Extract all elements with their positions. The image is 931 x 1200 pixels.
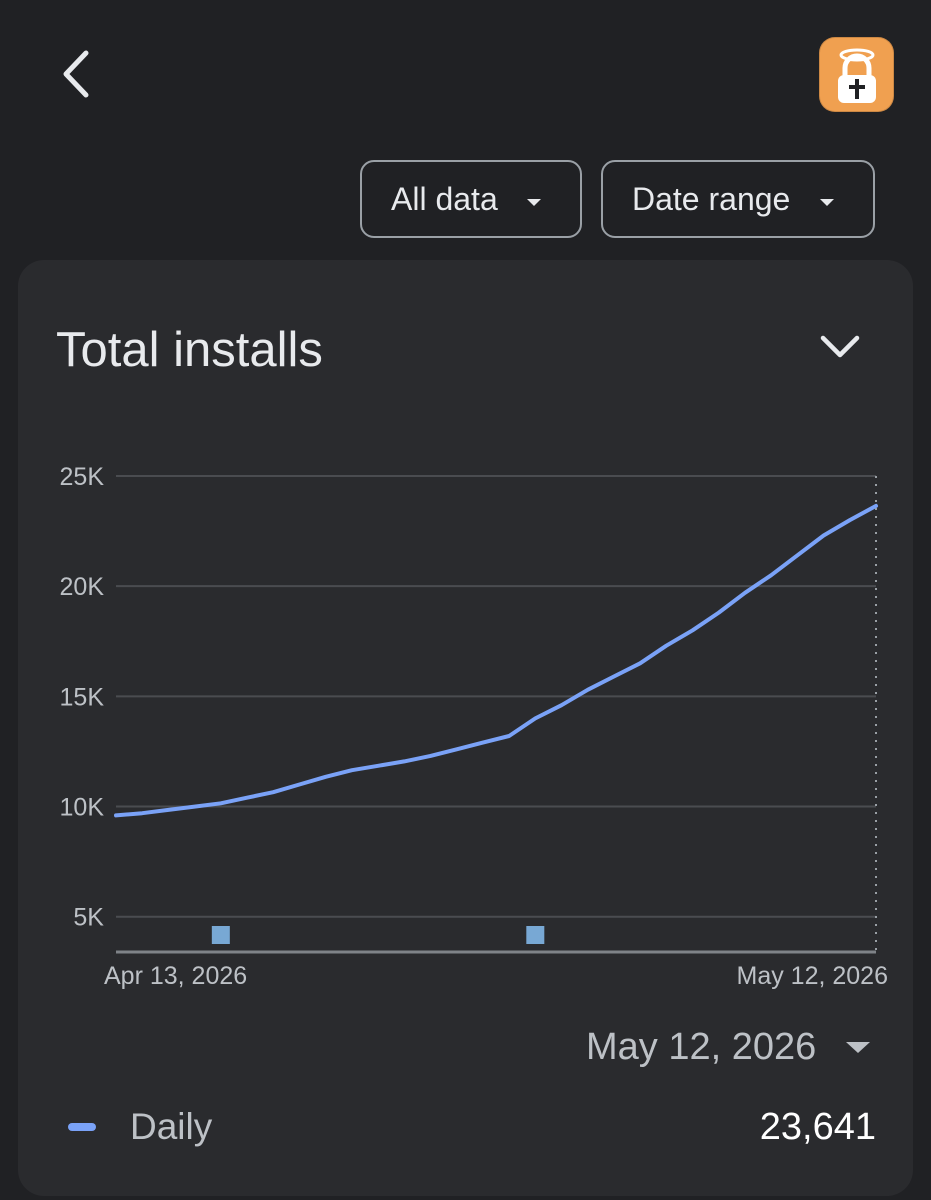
- date-range-filter[interactable]: Date range: [601, 160, 875, 238]
- back-button[interactable]: [44, 36, 108, 112]
- date-range-label: Date range: [632, 180, 791, 217]
- y-tick-label: 15K: [60, 683, 105, 711]
- y-tick-label: 5K: [73, 904, 104, 932]
- caret-down-icon: [820, 199, 834, 206]
- legend-swatch: [68, 1123, 96, 1131]
- selected-date-dropdown[interactable]: May 12, 2026: [586, 1022, 871, 1072]
- caret-down-icon: [846, 1041, 871, 1053]
- total-installs-card: Total installs 25K 20K 15K 10K 5K Apr 13, 20…: [18, 260, 913, 1196]
- x-tick-label-end: May 12, 2026: [737, 962, 889, 990]
- caret-down-icon: [527, 199, 541, 206]
- top-bar: [0, 0, 931, 150]
- y-tick-label: 10K: [60, 794, 105, 822]
- legend-label: Daily: [130, 1106, 213, 1147]
- all-data-filter[interactable]: All data: [360, 160, 582, 238]
- annotation-marker: [211, 926, 230, 944]
- y-tick-label: 25K: [60, 463, 105, 491]
- x-tick-label-start: Apr 13, 2026: [104, 962, 247, 990]
- lock-with-halo-and-cross-icon: [837, 48, 876, 103]
- legend-value: 23,641: [759, 1105, 876, 1148]
- installs-line-chart[interactable]: 25K 20K 15K 10K 5K Apr 13, 2026 May 12, 2026: [18, 260, 913, 1020]
- selected-date: May 12, 2026: [586, 1025, 817, 1068]
- app-icon[interactable]: [819, 37, 894, 112]
- legend-row: Daily 23,641: [68, 1102, 876, 1152]
- all-data-label: All data: [391, 180, 498, 217]
- chevron-left-icon: [63, 50, 89, 98]
- daily-installs-line: [114, 503, 878, 818]
- annotation-marker: [526, 926, 545, 944]
- y-tick-label: 20K: [60, 573, 105, 601]
